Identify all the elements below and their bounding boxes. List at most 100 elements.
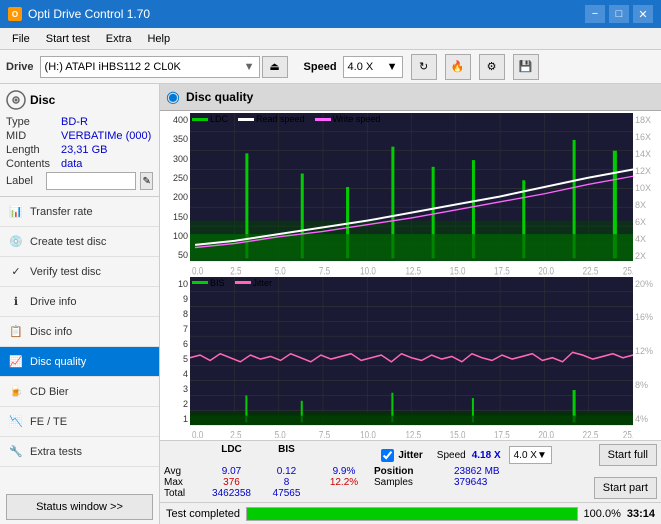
sidebar-item-verify-test-disc[interactable]: ✓ Verify test disc: [0, 257, 159, 287]
app-title: Opti Drive Control 1.70: [28, 7, 150, 21]
close-button[interactable]: ✕: [633, 5, 653, 23]
drive-label: Drive: [6, 61, 34, 73]
minimize-button[interactable]: −: [585, 5, 605, 23]
max-row: Max 376 8 12.2% Samples 379643: [164, 477, 594, 488]
sidebar: Disc Type BD-R MID VERBATIMe (000) Lengt…: [0, 84, 160, 524]
max-bis: 8: [259, 477, 314, 488]
col-header-ldc: LDC: [204, 444, 259, 466]
disc-panel: Disc Type BD-R MID VERBATIMe (000) Lengt…: [0, 84, 159, 197]
svg-text:15.0: 15.0: [450, 429, 466, 438]
sidebar-item-drive-info[interactable]: ℹ Drive info: [0, 287, 159, 317]
menu-help[interactable]: Help: [139, 31, 178, 47]
position-label: Position: [374, 466, 454, 477]
progress-bar-container: [246, 507, 578, 521]
status-text: Test completed: [166, 508, 240, 520]
disc-label-input[interactable]: [46, 172, 136, 190]
svg-text:25.0: 25.0: [623, 429, 633, 438]
legend-write-label: Write speed: [333, 114, 381, 124]
chart-title: Disc quality: [186, 90, 253, 104]
disc-info-icon: 📋: [8, 324, 24, 340]
speed-dropdown[interactable]: 4.0 X ▼: [343, 56, 403, 78]
avg-bis: 0.12: [259, 466, 314, 477]
disc-header-title: Disc: [30, 93, 55, 107]
chevron-down-icon: ▼: [537, 450, 547, 461]
sidebar-item-extra-tests[interactable]: 🔧 Extra tests: [0, 437, 159, 467]
menu-file[interactable]: File: [4, 31, 38, 47]
start-part-button[interactable]: Start part: [594, 477, 657, 499]
bottom-chart-svg: 0.0 2.5 5.0 7.5 10.0 12.5 15.0 17.5 20.0…: [190, 277, 633, 439]
disc-length-label: Length: [6, 144, 61, 156]
save-icon: 💾: [519, 60, 533, 73]
menu-extra[interactable]: Extra: [98, 31, 140, 47]
status-window-button[interactable]: Status window >>: [6, 494, 153, 520]
disc-label-label: Label: [6, 175, 42, 187]
sidebar-item-disc-info[interactable]: 📋 Disc info: [0, 317, 159, 347]
sidebar-item-cd-bier[interactable]: 🍺 CD Bier: [0, 377, 159, 407]
svg-text:15.0: 15.0: [450, 265, 466, 274]
nav-item-label: Create test disc: [30, 236, 106, 248]
burn-button[interactable]: 🔥: [445, 54, 471, 80]
svg-text:0.0: 0.0: [192, 265, 203, 274]
create-disc-icon: 💿: [8, 234, 24, 250]
speed-value: 4.0 X: [348, 61, 374, 73]
svg-text:12.5: 12.5: [405, 429, 421, 438]
title-bar: O Opti Drive Control 1.70 − □ ✕: [0, 0, 661, 28]
progress-percent: 100.0%: [584, 508, 621, 520]
svg-text:20.0: 20.0: [538, 265, 554, 274]
speed-current-display[interactable]: 4.0 X ▼: [509, 446, 552, 464]
nav-items: 📊 Transfer rate 💿 Create test disc ✓ Ver…: [0, 197, 159, 467]
sidebar-item-disc-quality[interactable]: 📈 Disc quality: [0, 347, 159, 377]
nav-item-label: Drive info: [30, 296, 76, 308]
avg-row: Avg 9.07 0.12 9.9% Position 23862 MB: [164, 466, 594, 477]
drive-dropdown[interactable]: (H:) ATAPI iHBS112 2 CL0K ▼: [40, 56, 260, 78]
svg-text:7.5: 7.5: [319, 265, 330, 274]
save-button[interactable]: 💾: [513, 54, 539, 80]
disc-contents-label: Contents: [6, 158, 61, 170]
disc-quality-icon: 📈: [8, 354, 24, 370]
legend-ldc-label: LDC: [210, 114, 228, 124]
fe-te-icon: 📉: [8, 414, 24, 430]
stats-left-table: Avg 9.07 0.12 9.9% Position 23862 MB Max…: [164, 466, 594, 499]
sidebar-item-create-test-disc[interactable]: 💿 Create test disc: [0, 227, 159, 257]
eject-button[interactable]: ⏏: [262, 56, 288, 78]
legend-read: Read speed: [238, 114, 305, 124]
disc-length-row: Length 23,31 GB: [6, 144, 153, 156]
start-part-btn-container: Start part: [594, 466, 657, 499]
start-full-button[interactable]: Start full: [599, 444, 657, 466]
stats-header-grid: LDC BIS: [164, 444, 381, 466]
menu-start-test[interactable]: Start test: [38, 31, 98, 47]
bottom-y-axis-right: 20% 16% 12% 8% 4%: [633, 277, 659, 439]
legend-jitter-label: Jitter: [253, 278, 273, 288]
refresh-button[interactable]: ↻: [411, 54, 437, 80]
bottom-bar: Test completed 100.0% 33:14: [160, 502, 661, 524]
jitter-speed-section: Jitter Speed 4.18 X 4.0 X ▼: [381, 444, 598, 466]
svg-text:10.0: 10.0: [360, 265, 376, 274]
refresh-icon: ↻: [419, 60, 428, 73]
svg-text:5.0: 5.0: [275, 265, 286, 274]
sidebar-item-transfer-rate[interactable]: 📊 Transfer rate: [0, 197, 159, 227]
top-y-axis-right: 18X 16X 14X 12X 10X 8X 6X 4X 2X: [633, 113, 659, 275]
disc-header: Disc: [6, 90, 153, 110]
col-header-bis: BIS: [259, 444, 314, 466]
maximize-button[interactable]: □: [609, 5, 629, 23]
jitter-checkbox[interactable]: [381, 449, 394, 462]
eject-icon: ⏏: [269, 60, 279, 73]
legend-read-label: Read speed: [256, 114, 305, 124]
top-chart-container: 400 350 300 250 200 150 100 50 LDC: [162, 113, 659, 275]
bottom-y-axis-left: 10 9 8 7 6 5 4 3 2 1: [162, 277, 190, 439]
stats-data-section: Avg 9.07 0.12 9.9% Position 23862 MB Max…: [164, 466, 657, 499]
legend-write: Write speed: [315, 114, 381, 124]
svg-text:22.5: 22.5: [583, 429, 599, 438]
nav-item-label: FE / TE: [30, 416, 67, 428]
extra-tests-icon: 🔧: [8, 444, 24, 460]
disc-mid-row: MID VERBATIMe (000): [6, 130, 153, 142]
nav-item-label: Disc quality: [30, 356, 86, 368]
legend-jitter: Jitter: [235, 278, 273, 288]
stats-header-row: LDC BIS Jitter Speed 4.18 X 4.0 X ▼ Star…: [164, 444, 657, 466]
settings-button[interactable]: ⚙: [479, 54, 505, 80]
app-icon: O: [8, 7, 22, 21]
disc-type-value: BD-R: [61, 116, 153, 128]
label-edit-button[interactable]: ✎: [140, 172, 153, 190]
disc-type-row: Type BD-R: [6, 116, 153, 128]
sidebar-item-fe-te[interactable]: 📉 FE / TE: [0, 407, 159, 437]
